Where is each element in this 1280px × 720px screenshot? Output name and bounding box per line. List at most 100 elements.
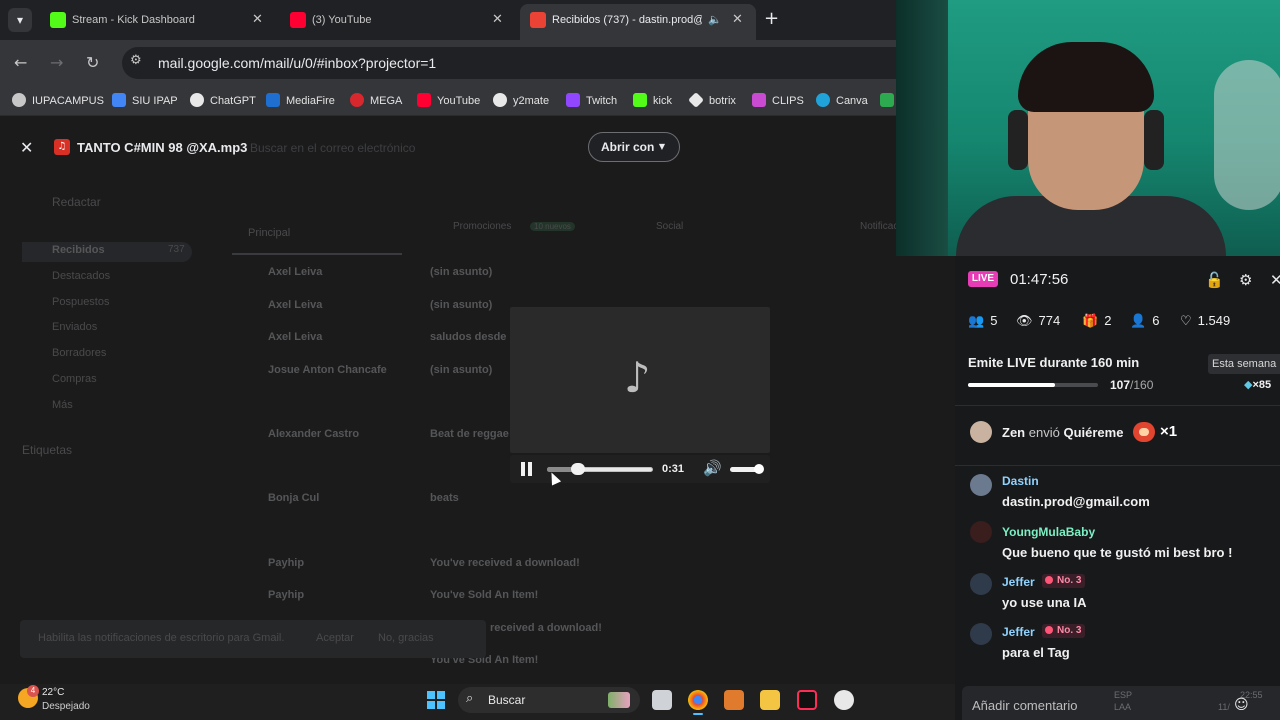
toast-text: Habilita las notificaciones de escritori… [38,632,285,644]
seek-handle[interactable] [571,463,585,475]
chat-username[interactable]: YoungMulaBaby [1002,525,1095,539]
row-subject[interactable]: saludos desde [430,331,506,343]
week-badge[interactable]: Esta semana [1208,354,1280,374]
tiktok-icon[interactable] [797,690,817,710]
mega-icon [350,93,364,107]
emoji-icon[interactable]: ☺ [1234,697,1249,713]
bookmark-siu-ipap[interactable]: SIU IPAP [112,93,178,109]
chat-input-placeholder: Añadir comentario [972,698,1078,713]
start-button[interactable] [427,691,445,709]
row-subject[interactable]: Beat de reggae [430,428,509,440]
nav-more[interactable]: Más [52,399,73,411]
heart-icon: ♡ [1180,314,1192,329]
tray-language[interactable]: ESP [1114,690,1132,700]
bookmark-clips[interactable]: CLIPS [752,93,804,109]
taskbar-search[interactable]: ⌕ Buscar [458,687,640,713]
chat-username[interactable]: Jeffer [1002,625,1035,639]
toast-decline-button[interactable]: No, gracias [378,632,434,644]
row-subject[interactable]: beats [430,492,459,504]
row-subject[interactable]: (sin asunto) [430,299,492,311]
avatar[interactable] [970,421,992,443]
clips-icon [752,93,766,107]
row-sender[interactable]: Josue Anton Chancafe [268,364,387,376]
chrome-icon[interactable] [688,690,708,715]
tab-youtube[interactable]: (3) YouTube ✕ [280,6,510,34]
reload-icon[interactable]: ↻ [86,53,99,72]
nav-starred[interactable]: Destacados [52,270,110,282]
row-sender[interactable]: Bonja Cul [268,492,319,504]
close-preview-button[interactable]: ✕ [20,138,33,157]
twitch-icon [566,93,580,107]
avatar[interactable] [970,573,992,595]
eye-icon: 👁 [1016,314,1033,329]
close-icon[interactable]: ✕ [1270,271,1280,289]
inbox-tab-primary[interactable]: Principal [248,227,290,239]
forward-arrow-icon[interactable]: → [50,53,63,72]
url-text[interactable]: mail.google.com/mail/u/0/#inbox?projecto… [158,55,436,71]
fl-studio-icon[interactable] [724,690,744,710]
nav-sent[interactable]: Enviados [52,321,97,333]
bookmark-youtube[interactable]: YouTube [417,93,480,109]
row-subject[interactable]: (sin asunto) [430,266,492,278]
tab-kick-dashboard[interactable]: Stream - Kick Dashboard ✕ [40,6,270,34]
inbox-tab-promotions[interactable]: Promociones [453,221,511,232]
bookmark-botrix[interactable]: botrix [688,92,736,109]
row-subject[interactable]: received a download! [490,622,602,634]
bookmark-kick[interactable]: kick [633,93,672,109]
avatar[interactable] [970,474,992,496]
chat-divider [955,465,1280,466]
close-icon[interactable]: ✕ [492,6,503,34]
lock-icon[interactable]: 🔓 [1205,271,1224,289]
chat-message: para el Tag [1002,645,1070,660]
avatar[interactable] [970,623,992,645]
bookmark-twitch[interactable]: Twitch [566,93,617,109]
obs-icon[interactable] [834,690,854,710]
row-sender[interactable]: Axel Leiva [268,331,322,343]
tab-search-button[interactable]: ▾ [8,8,32,32]
row-sender[interactable]: Payhip [268,557,304,569]
gem-counter: ◆×85 [1244,379,1272,391]
back-arrow-icon[interactable]: ← [14,53,27,72]
nav-purchases[interactable]: Compras [52,373,97,385]
bookmark-chatgpt[interactable]: ChatGPT [190,93,256,109]
file-explorer-icon[interactable] [760,690,780,710]
row-sender[interactable]: Axel Leiva [268,266,322,278]
nav-drafts[interactable]: Borradores [52,347,106,359]
bookmark-iupacampus[interactable]: IUPACAMPUS [12,93,104,109]
open-with-button[interactable]: Abrir con ▼ [588,132,680,162]
bookmark-y2mate[interactable]: y2mate [493,93,549,109]
row-sender[interactable]: Alexander Castro [268,428,359,440]
bookmark-mediafire[interactable]: MediaFire [266,93,335,109]
inbox-tab-social[interactable]: Social [656,221,683,232]
row-sender[interactable]: Axel Leiva [268,299,322,311]
bookmark-mega[interactable]: MEGA [350,93,402,109]
gear-icon[interactable]: ⚙ [1239,271,1252,289]
close-icon[interactable]: ✕ [732,4,743,36]
nav-snoozed[interactable]: Pospuestos [52,296,109,308]
compose-button[interactable]: Redactar [52,195,101,209]
tab-title: (3) YouTube [312,14,372,26]
volume-icon[interactable]: 🔊 [703,459,722,477]
close-icon[interactable]: ✕ [252,6,263,34]
gift-icon: 🎁 [1082,314,1099,329]
bookmark-canva[interactable]: Canva [816,93,868,109]
row-subject[interactable]: (sin asunto) [430,364,492,376]
pause-button[interactable] [521,462,533,476]
speaker-icon[interactable]: 🔈 [708,4,722,36]
chat-username[interactable]: Jeffer [1002,575,1035,589]
row-sender[interactable]: Payhip [268,589,304,601]
tab-gmail[interactable]: Recibidos (737) - dastin.prod@gm 🔈 ✕ [520,4,756,40]
row-subject[interactable]: You've received a download! [430,557,580,569]
task-view-icon[interactable] [652,690,672,710]
row-subject[interactable]: You've Sold An Item! [430,589,538,601]
volume-handle[interactable] [754,464,764,474]
chat-username[interactable]: Dastin [1002,474,1039,488]
nav-inbox[interactable]: Recibidos [52,244,105,256]
new-tab-button[interactable]: + [764,8,779,29]
avatar[interactable] [970,521,992,543]
site-info-icon[interactable]: ⚙ [130,53,142,68]
address-bar[interactable]: ⚙ mail.google.com/mail/u/0/#inbox?projec… [122,47,902,79]
gift-quantity: ×1 [1160,423,1178,440]
follower-icon: 👤 [1130,314,1147,329]
toast-accept-button[interactable]: Aceptar [316,632,354,644]
